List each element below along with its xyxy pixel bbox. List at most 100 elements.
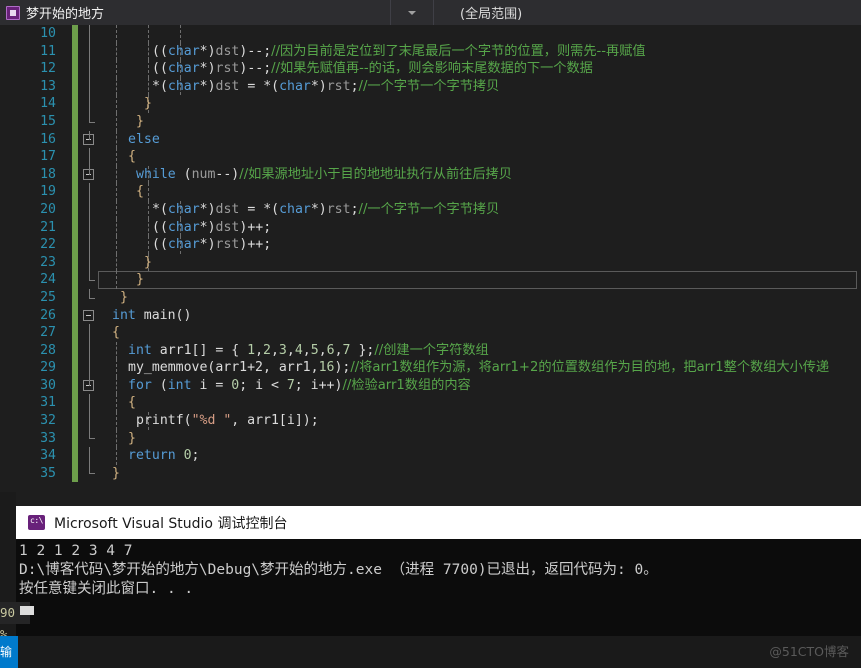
scope-selector[interactable]: (全局范围) <box>434 0 861 25</box>
indent-guide <box>116 376 117 395</box>
outline-margin[interactable] <box>82 200 98 219</box>
code-line[interactable]: 15} <box>0 112 861 131</box>
code-token-num: 16 <box>318 360 335 376</box>
change-indicator-bar <box>72 112 78 131</box>
outline-line <box>89 447 90 465</box>
code-line[interactable]: 17 { <box>0 148 861 166</box>
code-editor[interactable]: 10 11 ((char*)dst)--;//因为目前是定位到了末尾最后一个字节的位… <box>0 25 861 492</box>
code-line[interactable]: 13 *(char*)dst = *(char*)rst;//一个字节一个字节拷贝 <box>0 77 861 96</box>
code-line[interactable]: 23} <box>0 253 861 272</box>
outline-margin[interactable] <box>82 341 98 360</box>
outline-margin[interactable] <box>82 429 98 448</box>
code-token-num: 0 <box>231 377 240 393</box>
code-line[interactable]: 14} <box>0 95 861 113</box>
code-line[interactable]: 26 int main() <box>0 306 861 325</box>
line-number: 29 <box>40 360 56 376</box>
code-line[interactable]: 34 return 0; <box>0 447 861 465</box>
outline-margin[interactable] <box>82 112 98 131</box>
code-line[interactable]: 28 int arr1[] = { 1,2,3,4,5,6,7 };//创建一个字… <box>0 341 861 360</box>
code-line[interactable]: 32 printf("%d ", arr1[i]); <box>0 412 861 430</box>
line-number: 16 <box>40 131 56 147</box>
code-token-cm: //一个字节一个字节拷贝 <box>358 78 500 94</box>
code-line[interactable]: 18 while (num--)//如果源地址小于目的地地址执行从前往后拷贝 <box>0 165 861 184</box>
outline-margin[interactable] <box>82 447 98 465</box>
indent-guide <box>180 25 181 43</box>
indent-guide <box>148 236 149 254</box>
code-token-cm: //因为目前是定位到了末尾最后一个字节的位置，则需先--再赋值 <box>271 43 646 59</box>
outline-margin[interactable] <box>82 376 98 395</box>
code-token-kw: char <box>167 78 200 94</box>
code-token-punct: )--; <box>239 61 272 77</box>
outline-margin[interactable] <box>82 464 98 483</box>
code-line[interactable]: 31 { <box>0 394 861 413</box>
code-line[interactable]: 12 ((char*)rst)--;//如果先赋值再--的话，则会影响末尾数据的下… <box>0 60 861 78</box>
code-line[interactable]: 29 my_memmove(arr1+2, arr1,16);//将arr1数组作… <box>0 359 861 377</box>
code-token-brace: } <box>128 430 136 446</box>
outline-line <box>89 236 90 254</box>
outline-margin[interactable] <box>82 183 98 201</box>
outline-margin[interactable] <box>82 42 98 61</box>
outline-margin[interactable] <box>82 60 98 78</box>
outline-margin[interactable] <box>82 165 98 184</box>
tab-dropdown-button[interactable] <box>391 0 434 25</box>
indent-guide <box>116 429 117 448</box>
code-line[interactable]: 27 { <box>0 324 861 342</box>
outline-margin[interactable] <box>82 394 98 413</box>
change-indicator-bar <box>72 42 78 61</box>
indent-guide <box>116 447 117 465</box>
code-line[interactable]: 16 else <box>0 130 861 149</box>
outline-margin[interactable] <box>82 253 98 272</box>
change-indicator-bar <box>72 447 78 465</box>
outline-margin[interactable] <box>82 236 98 254</box>
code-text: printf("%d ", arr1[i]); <box>136 412 319 430</box>
code-line[interactable]: 22 ((char*)rst)++; <box>0 236 861 254</box>
line-number: 34 <box>40 448 56 464</box>
line-number: 26 <box>40 307 56 323</box>
code-line[interactable]: 25} <box>0 288 861 307</box>
bracket-highlight <box>98 271 857 289</box>
code-token-punct: , <box>318 342 327 358</box>
change-indicator-bar <box>72 394 78 413</box>
code-line[interactable]: 11 ((char*)dst)--;//因为目前是定位到了末尾最后一个字节的位置，… <box>0 42 861 61</box>
outline-margin[interactable] <box>82 324 98 342</box>
code-line[interactable]: 24} <box>0 271 861 289</box>
outline-line <box>89 130 90 140</box>
outline-margin[interactable] <box>82 25 98 43</box>
code-line[interactable]: 10 <box>0 25 861 43</box>
change-indicator-bar <box>72 324 78 342</box>
indent-guide <box>116 394 117 413</box>
outline-margin[interactable] <box>82 307 98 325</box>
outline-margin[interactable] <box>82 130 98 149</box>
outline-margin[interactable] <box>82 77 98 96</box>
outline-margin[interactable] <box>82 288 98 307</box>
code-token-kw: while <box>136 166 176 182</box>
indent-guide <box>148 200 149 219</box>
code-token-brace: } <box>136 272 144 288</box>
code-line[interactable]: 21 ((char*)dst)++; <box>0 218 861 237</box>
outline-margin[interactable] <box>82 148 98 166</box>
debug-console-window[interactable]: Microsoft Visual Studio 调试控制台 1 2 1 2 3 … <box>16 506 861 636</box>
code-token-num: 0 <box>183 448 192 464</box>
code-line[interactable]: 20 *(char*)dst = *(char*)rst;//一个字节一个字节拷贝 <box>0 200 861 219</box>
output-panel-tab[interactable]: 输出 <box>0 636 18 668</box>
change-indicator-bar <box>72 341 78 360</box>
outline-margin[interactable] <box>82 271 98 289</box>
outline-margin[interactable] <box>82 95 98 113</box>
collapse-icon[interactable] <box>83 310 94 321</box>
indent-guide <box>116 341 117 360</box>
code-line[interactable]: 35} <box>0 464 861 483</box>
code-token-punct: , arr1[i]); <box>231 413 319 429</box>
code-token-punct: arr1[] = { <box>151 342 248 358</box>
code-line[interactable]: 33} <box>0 429 861 448</box>
code-line[interactable]: 30 for (int i = 0; i < 7; i++)//检验arr1数组的… <box>0 376 861 395</box>
indent-guide <box>116 148 117 166</box>
outline-line <box>89 165 90 175</box>
change-indicator-bar <box>72 464 78 483</box>
outline-margin[interactable] <box>82 412 98 430</box>
code-token-kw: return <box>128 448 176 464</box>
code-token-punct: ; i < <box>239 377 287 393</box>
outline-margin[interactable] <box>82 359 98 377</box>
code-line[interactable]: 19 { <box>0 183 861 201</box>
document-tab[interactable]: 梦开始的地方 <box>0 0 391 25</box>
outline-margin[interactable] <box>82 218 98 237</box>
